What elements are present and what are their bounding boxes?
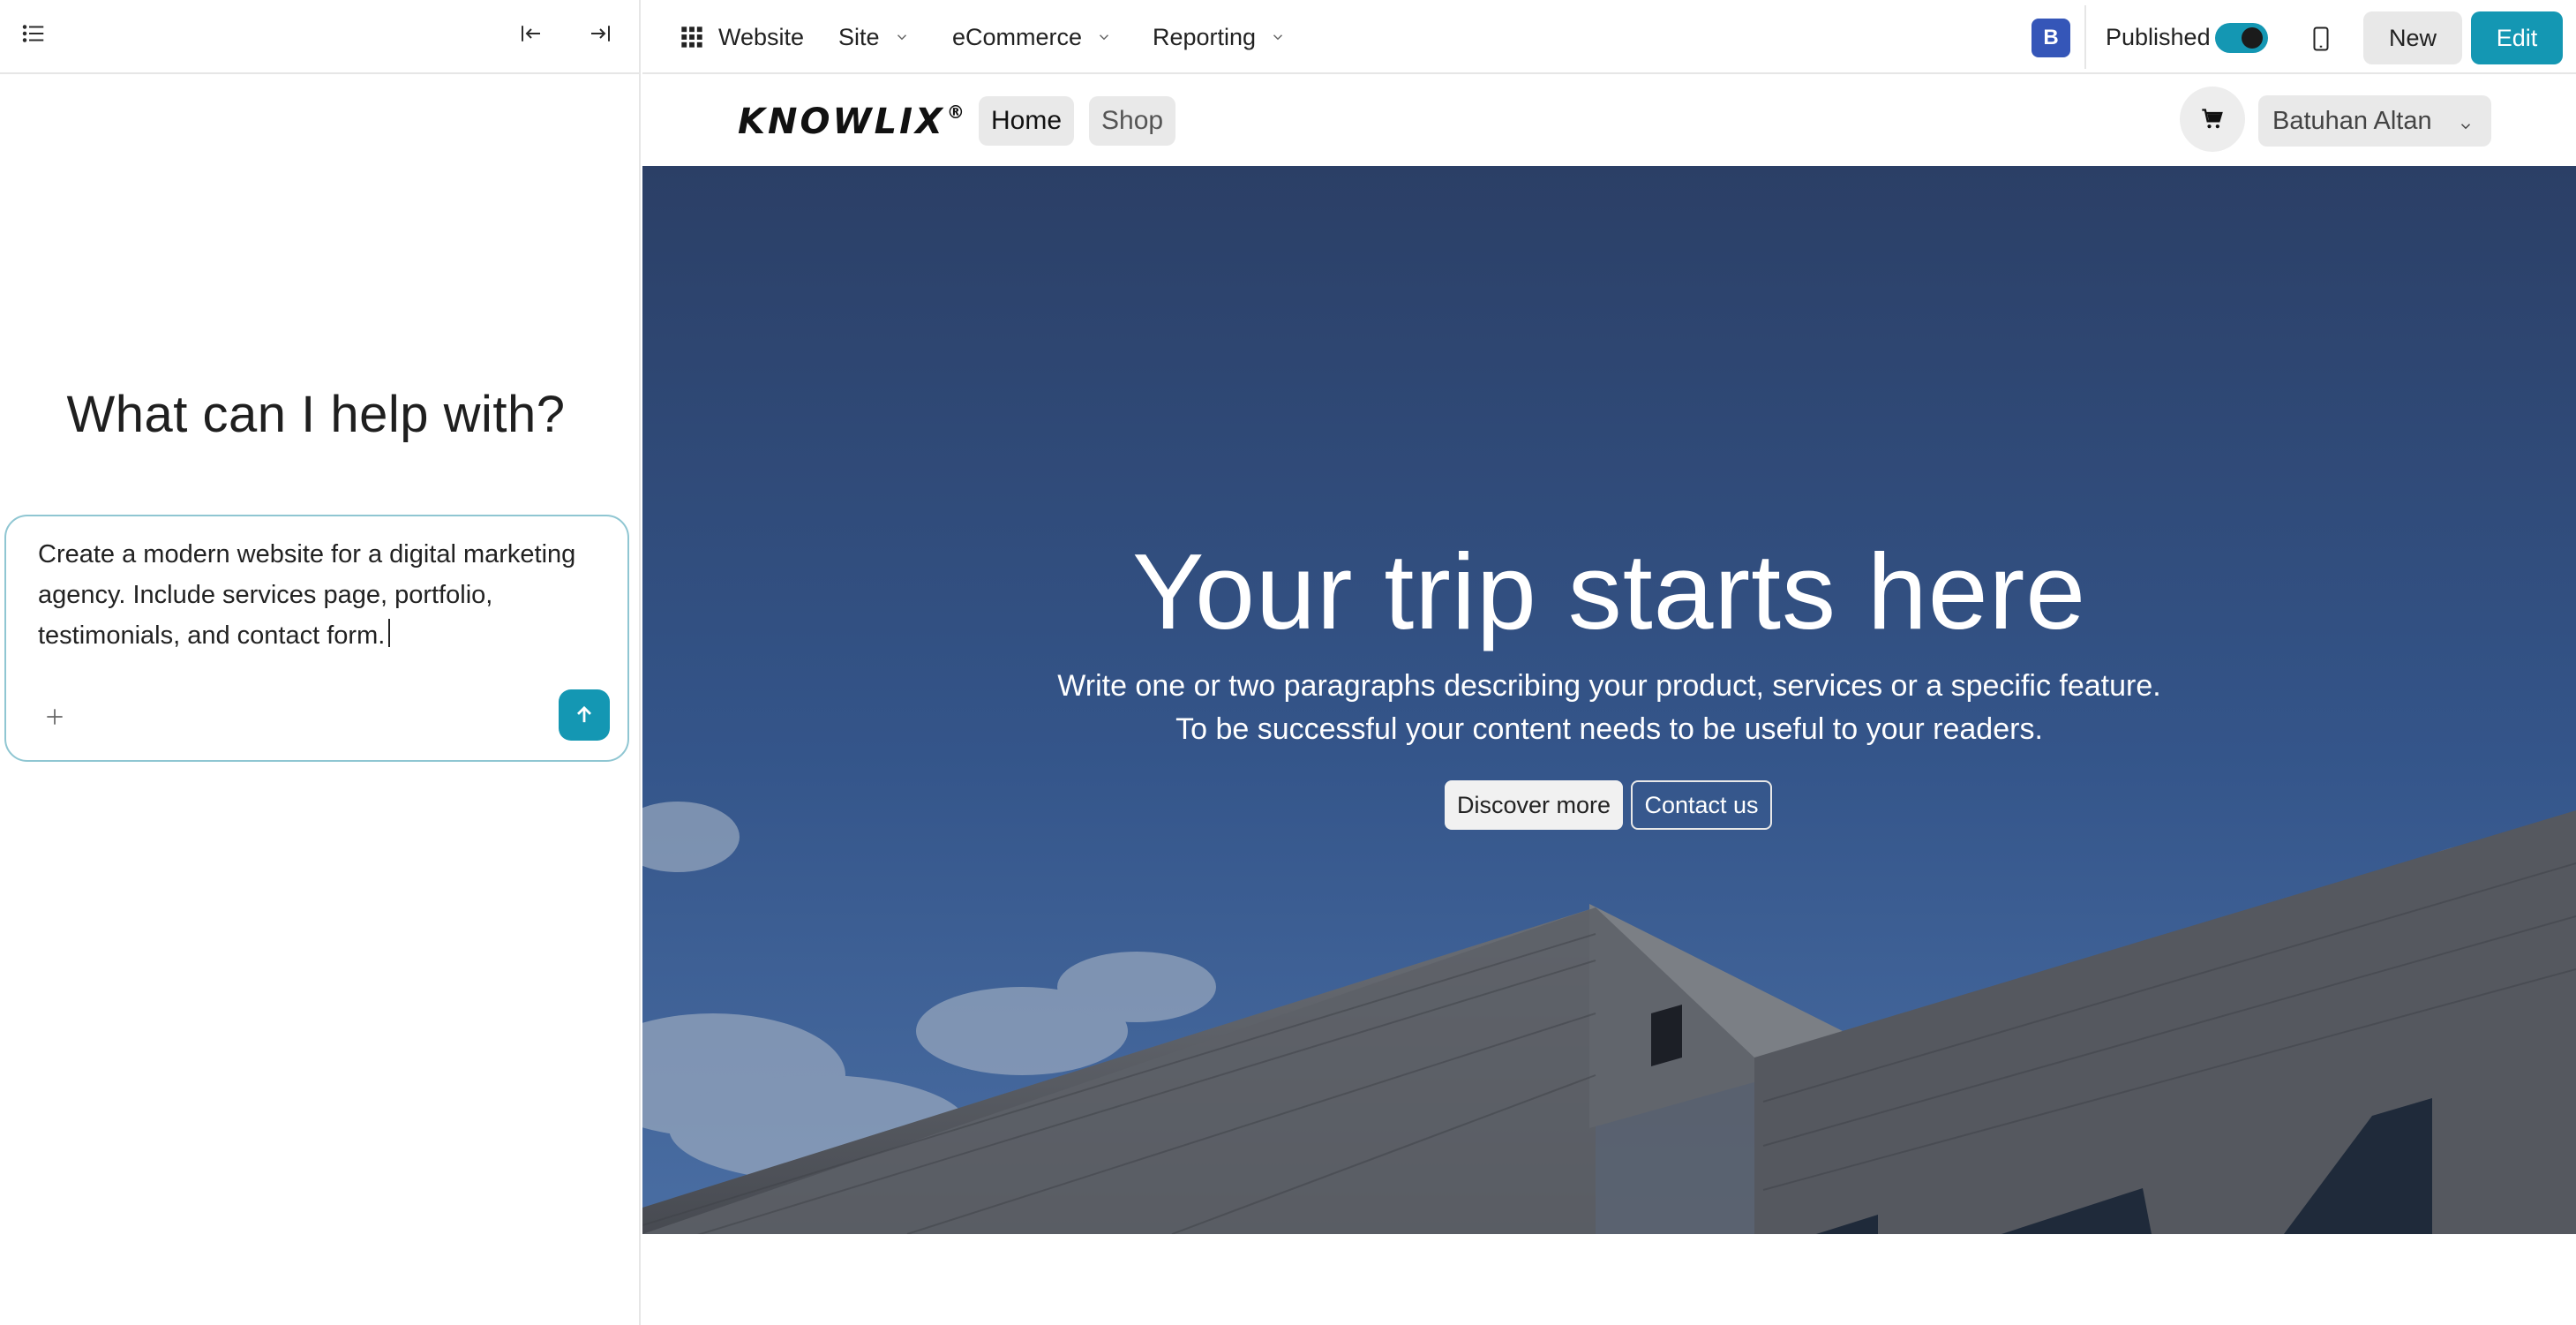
published-label: Published bbox=[2106, 23, 2211, 50]
menu-reporting[interactable]: Reporting bbox=[1153, 0, 1286, 74]
hero-content: Your trip starts here Write one or two p… bbox=[642, 166, 2576, 1234]
hero-subtitle-line2: To be successful your content needs to b… bbox=[1175, 712, 2043, 746]
prompt-input[interactable]: Create a modern website for a digital ma… bbox=[4, 515, 629, 762]
chevron-down-icon bbox=[1096, 24, 1112, 51]
apps-menu[interactable]: Website bbox=[680, 0, 804, 74]
hero-title: Your trip starts here bbox=[1131, 531, 2087, 651]
expand-right-icon[interactable] bbox=[581, 14, 620, 53]
send-button[interactable] bbox=[559, 689, 610, 741]
list-icon[interactable] bbox=[14, 14, 53, 53]
collapse-left-icon[interactable] bbox=[512, 14, 551, 53]
grid-icon bbox=[681, 26, 702, 48]
chevron-down-icon bbox=[2458, 112, 2474, 141]
site-logo[interactable]: KNOWLIX ® bbox=[738, 97, 967, 147]
registered-mark: ® bbox=[946, 102, 967, 123]
new-button[interactable]: New bbox=[2363, 11, 2462, 64]
menu-ecommerce[interactable]: eCommerce bbox=[952, 0, 1112, 74]
app-name: Website bbox=[718, 23, 805, 50]
user-avatar[interactable]: B bbox=[2032, 19, 2070, 57]
nav-home[interactable]: Home bbox=[979, 96, 1075, 146]
logo-text: KNOWLIX bbox=[738, 102, 945, 142]
plus-icon bbox=[47, 709, 63, 725]
menu-reporting-label: Reporting bbox=[1153, 23, 1257, 50]
arrow-up-icon bbox=[577, 705, 591, 723]
published-toggle[interactable] bbox=[2215, 23, 2268, 53]
divider bbox=[2084, 5, 2086, 69]
prompt-text[interactable]: Create a modern website for a digital ma… bbox=[38, 534, 585, 656]
assistant-heading: What can I help with? bbox=[66, 386, 566, 443]
nav-shop[interactable]: Shop bbox=[1089, 96, 1176, 146]
cart-icon bbox=[2202, 109, 2223, 129]
chevron-down-icon bbox=[1270, 24, 1286, 51]
toggle-knob bbox=[2242, 27, 2263, 49]
text-caret bbox=[388, 619, 391, 647]
site-header: KNOWLIX ® Home Shop Batuhan Altan bbox=[642, 76, 2576, 166]
website-preview: KNOWLIX ® Home Shop Batuhan Altan Your t… bbox=[642, 76, 2576, 1325]
hero-subtitle-line1: Write one or two paragraphs describing y… bbox=[1057, 669, 2161, 703]
hero-section: Your trip starts here Write one or two p… bbox=[642, 166, 2576, 1234]
prompt-value: Create a modern website for a digital ma… bbox=[38, 540, 583, 650]
assistant-panel: What can I help with? Create a modern we… bbox=[0, 0, 641, 1325]
cart-button[interactable] bbox=[2180, 87, 2245, 152]
menu-site-label: Site bbox=[838, 23, 880, 50]
menu-ecommerce-label: eCommerce bbox=[952, 23, 1083, 50]
user-name: Batuhan Altan bbox=[2272, 106, 2432, 135]
contact-us-button[interactable]: Contact us bbox=[1631, 780, 1772, 830]
user-menu[interactable]: Batuhan Altan bbox=[2258, 95, 2491, 147]
app-topbar: Website Site eCommerce Reporting bbox=[642, 0, 2576, 74]
menu-site[interactable]: Site bbox=[838, 0, 910, 74]
discover-more-button[interactable]: Discover more bbox=[1445, 780, 1623, 830]
mobile-preview-icon[interactable] bbox=[2303, 19, 2339, 58]
add-attachment-button[interactable] bbox=[36, 698, 73, 735]
assistant-toolbar bbox=[0, 0, 641, 74]
chevron-down-icon bbox=[894, 24, 910, 51]
edit-button[interactable]: Edit bbox=[2471, 11, 2563, 64]
